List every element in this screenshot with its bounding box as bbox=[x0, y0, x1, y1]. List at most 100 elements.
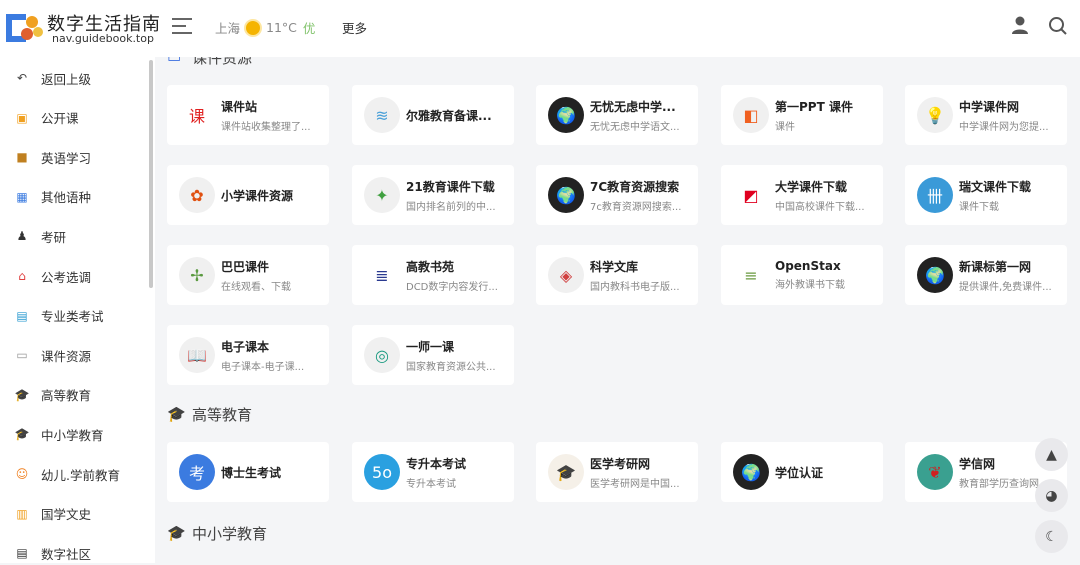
sidebar-item[interactable]: ♟ 考研 bbox=[14, 224, 66, 248]
top-header: 数字生活指南 nav.guidebook.top 上海 11°C 优 更多 bbox=[0, 0, 1080, 57]
calculator-icon: ▦ bbox=[16, 189, 28, 204]
site-card[interactable]: 🌍 学位认证 bbox=[721, 442, 883, 502]
site-logo-icon: ◈ bbox=[548, 257, 584, 293]
site-card[interactable]: 💡 中学课件网 中学课件网为您提... bbox=[905, 85, 1067, 145]
weather-city: 上海 bbox=[215, 21, 241, 36]
site-description: 中国高校课件下载... bbox=[775, 201, 865, 213]
air-quality: 优 bbox=[302, 21, 316, 36]
site-logo-icon: 🌍 bbox=[917, 257, 953, 293]
site-card[interactable]: 🌍 无忧无虑中学... 无忧无虑中学语文... bbox=[536, 85, 698, 145]
site-name: 尔雅教育备课... bbox=[406, 108, 492, 123]
weather-widget[interactable]: 上海 11°C 优 bbox=[215, 18, 315, 37]
site-description: 电子课本-电子课... bbox=[221, 361, 305, 373]
sidebar-scrollbar[interactable] bbox=[149, 60, 153, 288]
site-description: 在线观看、下载 bbox=[221, 281, 291, 293]
sidebar-item[interactable]: ↶ 返回上级 bbox=[14, 66, 91, 90]
weather-temp: 11°C bbox=[266, 20, 297, 35]
sidebar-item[interactable]: ■ 英语学习 bbox=[14, 145, 91, 169]
wechat-button[interactable]: ◕ bbox=[1035, 479, 1068, 512]
site-description: 国内排名前列的中... bbox=[406, 201, 496, 213]
site-logo-icon: ◧ bbox=[733, 97, 769, 133]
site-name: 专升本考试 bbox=[406, 456, 467, 471]
sidebar-item[interactable]: 🎓 中小学教育 bbox=[14, 422, 104, 446]
site-logo-icon: 卌 bbox=[917, 177, 953, 213]
sidebar-item[interactable]: ☺ 幼儿.学前教育 bbox=[14, 462, 120, 486]
sidebar-item-label: 公考选调 bbox=[41, 269, 92, 285]
site-card[interactable]: 🌍 7C教育资源搜索 7c教育资源网搜索... bbox=[536, 165, 698, 225]
graduation-cap-icon: 🎓 bbox=[167, 405, 186, 423]
menu-toggle-icon[interactable] bbox=[172, 18, 192, 39]
sidebar: ↶ 返回上级 ▣ 公开课 ■ 英语学习 ▦ 其他语种 ♟ 考研 ⌂ 公考选调 ▤ 专业类考试 ▭ 课件资源 🎓 高… bbox=[0, 57, 155, 563]
site-card[interactable]: ✦ 21教育课件下载 国内排名前列的中... bbox=[352, 165, 514, 225]
site-logo-icon: 🌍 bbox=[548, 177, 584, 213]
sidebar-item[interactable]: ▤ 专业类考试 bbox=[14, 304, 103, 328]
section-header: 🎓 高等教育 bbox=[167, 404, 252, 425]
site-card[interactable]: ≣ 高教书苑 DCD数字内容发行... bbox=[352, 245, 514, 305]
site-description: 课件 bbox=[775, 121, 795, 133]
search-icon[interactable] bbox=[1048, 16, 1068, 36]
site-card[interactable]: 5o 专升本考试 专升本考试 bbox=[352, 442, 514, 502]
site-description: 课件下载 bbox=[959, 201, 999, 213]
site-name: 第一PPT 课件 bbox=[775, 99, 853, 114]
dark-mode-button[interactable]: ☾ bbox=[1035, 520, 1068, 553]
sidebar-item[interactable]: 🎓 高等教育 bbox=[14, 383, 92, 407]
site-card[interactable]: 卌瑞文课件下载 课件下载 bbox=[905, 165, 1067, 225]
site-name: OpenStax bbox=[775, 259, 841, 273]
site-logo-icon: 💡 bbox=[917, 97, 953, 133]
site-card[interactable]: 考博士生考试 bbox=[167, 442, 329, 502]
site-logo-icon[interactable] bbox=[2, 10, 44, 46]
site-name: 电子课本 bbox=[221, 339, 270, 354]
site-logo-icon: ≋ bbox=[364, 97, 400, 133]
user-icon[interactable] bbox=[1011, 16, 1029, 34]
site-logo-icon: ❦ bbox=[917, 454, 953, 490]
sidebar-item[interactable]: ⌂ 公考选调 bbox=[14, 264, 91, 288]
site-card[interactable]: 🎓 医学考研网 医学考研网是中国... bbox=[536, 442, 698, 502]
site-description: 医学考研网是中国... bbox=[590, 478, 680, 490]
site-card[interactable]: ≡ OpenStax 海外教课书下载 bbox=[721, 245, 883, 305]
site-card[interactable]: 📖 电子课本电子课本-电子课... bbox=[167, 325, 329, 385]
site-name: 学位认证 bbox=[775, 465, 824, 480]
site-name: 博士生考试 bbox=[221, 465, 282, 480]
graduation-cap-icon: 🎓 bbox=[14, 427, 30, 442]
sidebar-item[interactable]: ▭ 课件资源 bbox=[14, 343, 91, 367]
sidebar-item[interactable]: ▥ 国学文史 bbox=[14, 502, 91, 526]
sidebar-item[interactable]: ▦ 其他语种 bbox=[14, 185, 91, 209]
site-name: 大学课件下载 bbox=[775, 179, 848, 194]
site-card[interactable]: ◧ 第一PPT 课件 课件 bbox=[721, 85, 883, 145]
site-logo-icon: ◩ bbox=[733, 177, 769, 213]
graduation-cap-icon: 🎓 bbox=[14, 387, 30, 402]
house-icon: ⌂ bbox=[18, 269, 26, 283]
site-description: 提供课件,免费课件... bbox=[959, 281, 1052, 293]
site-description: 中学课件网为您提... bbox=[959, 121, 1049, 133]
site-logo-icon: 📖 bbox=[179, 337, 215, 373]
back-icon: ↶ bbox=[16, 71, 28, 85]
site-card[interactable]: ◈ 科学文库 国内教科书电子版... bbox=[536, 245, 698, 305]
site-description: 教育部学历查询网... bbox=[959, 478, 1049, 490]
more-menu[interactable]: 更多 bbox=[342, 18, 367, 37]
site-card[interactable]: ✿ 小学课件资源 bbox=[167, 165, 329, 225]
site-card[interactable]: ✢ 巴巴课件 在线观看、下载 bbox=[167, 245, 329, 305]
site-card[interactable]: 🌍 新课标第一网 提供课件,免费课件... bbox=[905, 245, 1067, 305]
book-icon: ■ bbox=[16, 150, 28, 165]
site-name: 瑞文课件下载 bbox=[959, 179, 1032, 194]
brand-domain: nav.guidebook.top bbox=[52, 32, 154, 45]
back-to-top-button[interactable]: ▲ bbox=[1035, 438, 1068, 471]
site-card[interactable]: ≋ 尔雅教育备课... bbox=[352, 85, 514, 145]
sidebar-item[interactable]: ▣ 公开课 bbox=[14, 106, 78, 130]
site-description: DCD数字内容发行... bbox=[406, 281, 498, 293]
site-logo-icon: 5o bbox=[364, 454, 400, 490]
sidebar-item-label: 中小学教育 bbox=[41, 427, 104, 443]
site-card[interactable]: ◎ 一师一课 国家教育资源公共... bbox=[352, 325, 514, 385]
section-header: 🎓 中小学教育 bbox=[167, 523, 267, 544]
site-description: 课件站收集整理了... bbox=[221, 121, 311, 133]
site-name: 医学考研网 bbox=[590, 456, 651, 471]
site-name: 21教育课件下载 bbox=[406, 179, 495, 194]
site-card[interactable]: ◩ 大学课件下载中国高校课件下载... bbox=[721, 165, 883, 225]
sidebar-item[interactable]: ▤ 数字社区 bbox=[14, 541, 91, 565]
sidebar-item-label: 幼儿.学前教育 bbox=[41, 467, 120, 483]
site-card[interactable]: 课课件站 课件站收集整理了... bbox=[167, 85, 329, 145]
sidebar-item-label: 英语学习 bbox=[41, 150, 92, 166]
arrow-up-icon: ▲ bbox=[1046, 446, 1057, 463]
sidebar-item-label: 高等教育 bbox=[41, 388, 92, 404]
site-description: 国内教科书电子版... bbox=[590, 281, 680, 293]
